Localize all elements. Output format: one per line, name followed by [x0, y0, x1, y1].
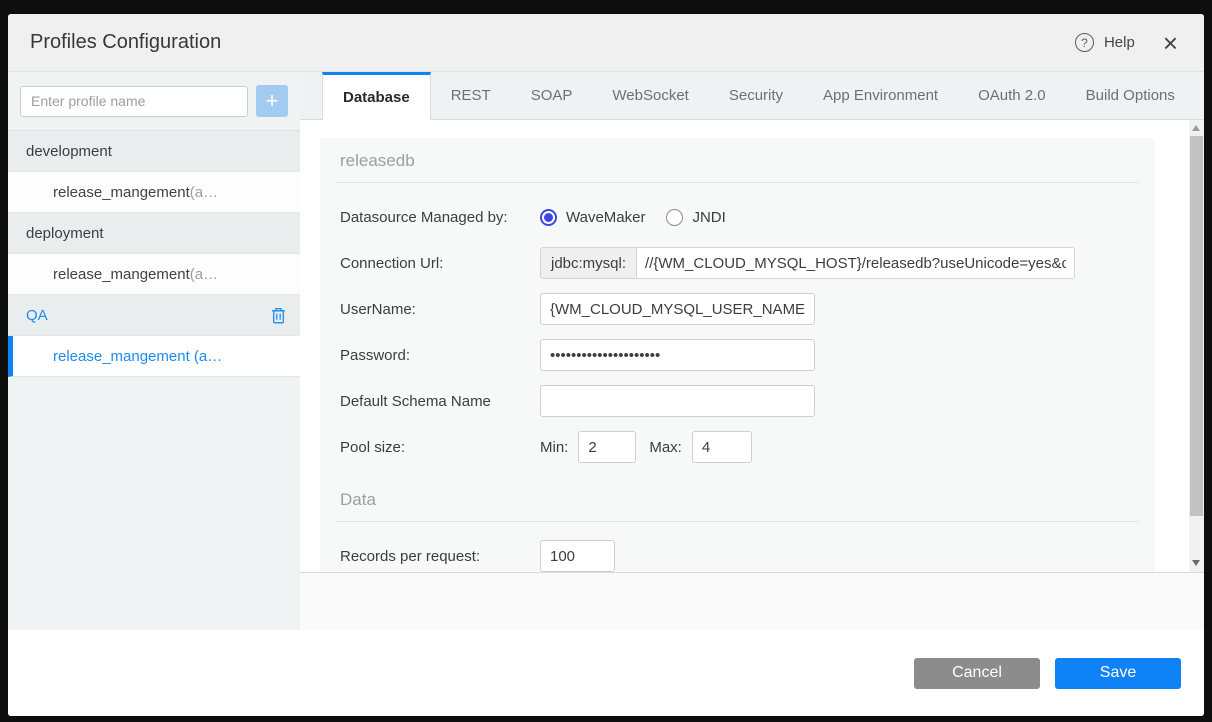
scroll-up-icon[interactable] — [1192, 125, 1200, 131]
pool-min-label: Min: — [540, 438, 569, 456]
cancel-button[interactable]: Cancel — [914, 657, 1040, 689]
content-bottom-strip — [300, 573, 1204, 630]
tab-build-options[interactable]: Build Options — [1066, 72, 1195, 119]
item-suffix: (a… — [189, 265, 219, 283]
tab-soap[interactable]: SOAP — [511, 72, 593, 119]
connection-url-input[interactable] — [637, 248, 1074, 278]
records-per-request-row: Records per request: — [336, 540, 1139, 572]
help-link[interactable]: Help — [1104, 34, 1135, 51]
radio-jndi[interactable] — [666, 208, 684, 226]
profiles-configuration-dialog: Profiles Configuration ? Help × + develo… — [8, 14, 1204, 716]
password-row: Password: — [336, 339, 1139, 371]
connection-url-group: jdbc:mysql: — [540, 247, 1075, 279]
username-row: UserName: — [336, 293, 1139, 325]
jdbc-prefix: jdbc:mysql: — [541, 248, 638, 278]
pool-min-input[interactable] — [578, 431, 637, 463]
sidebar-item-release-mangement-qa-selected[interactable]: release_mangement (a… — [8, 336, 300, 377]
save-button[interactable]: Save — [1055, 657, 1181, 689]
sidebar-item-release-mangement-deploy[interactable]: release_mangement (a… — [8, 254, 300, 295]
profile-name-input[interactable] — [20, 85, 248, 117]
radio-jndi-label[interactable]: JNDI — [692, 209, 725, 226]
tab-rest[interactable]: REST — [431, 72, 511, 119]
dialog-footer: Cancel Save — [8, 630, 1204, 716]
connection-url-row: Connection Url: jdbc:mysql: — [336, 247, 1139, 279]
sidebar-group-deployment[interactable]: deployment — [8, 213, 300, 254]
group-label: QA — [26, 306, 48, 324]
username-input[interactable] — [540, 293, 815, 325]
group-label: development — [26, 142, 112, 160]
username-label: UserName: — [340, 300, 416, 318]
scroll-down-icon[interactable] — [1192, 560, 1200, 566]
tab-database[interactable]: Database — [322, 72, 431, 120]
trash-icon — [272, 307, 285, 323]
profile-content: Database REST SOAP WebSocket Security Ap… — [300, 72, 1204, 630]
tab-security[interactable]: Security — [709, 72, 803, 119]
delete-profile-button[interactable] — [271, 307, 286, 324]
schema-label: Default Schema Name — [340, 392, 491, 410]
records-per-request-label: Records per request: — [340, 547, 481, 565]
section-title-data: Data — [336, 477, 1139, 522]
dialog-header: Profiles Configuration ? Help × — [8, 14, 1204, 72]
sidebar-item-release-mangement-dev[interactable]: release_mangement (a… — [8, 172, 300, 213]
datasource-row: Datasource Managed by: WaveMaker JNDI — [336, 201, 1139, 233]
schema-input[interactable] — [540, 385, 815, 417]
database-config-panel: releasedb Datasource Managed by: WaveMak… — [320, 138, 1155, 572]
schema-row: Default Schema Name — [336, 385, 1139, 417]
database-tab-scrollarea: releasedb Datasource Managed by: WaveMak… — [300, 120, 1204, 573]
profiles-sidebar: + development release_mangement (a… depl… — [8, 72, 300, 630]
sidebar-group-qa[interactable]: QA — [8, 295, 300, 336]
item-suffix: (a… — [189, 183, 219, 201]
item-label: release_mangement (a… — [53, 347, 223, 365]
item-label: release_mangement — [53, 265, 190, 283]
profile-create-row: + — [8, 72, 300, 131]
radio-wavemaker[interactable] — [540, 208, 557, 226]
pool-size-row: Pool size: Min: Max: — [336, 431, 1139, 463]
sidebar-group-development[interactable]: development — [8, 131, 300, 172]
radio-wavemaker-label[interactable]: WaveMaker — [566, 209, 645, 226]
connection-url-label: Connection Url: — [340, 254, 444, 272]
vertical-scrollbar[interactable] — [1189, 120, 1204, 572]
tab-oauth[interactable]: OAuth 2.0 — [958, 72, 1066, 119]
tab-app-environment[interactable]: App Environment — [803, 72, 958, 119]
item-label: release_mangement — [53, 183, 190, 201]
tab-websocket[interactable]: WebSocket — [592, 72, 708, 119]
group-label: deployment — [26, 224, 104, 242]
page-title: Profiles Configuration — [30, 31, 222, 53]
section-title-releasedb: releasedb — [336, 138, 1139, 183]
password-input[interactable] — [540, 339, 815, 371]
records-per-request-input[interactable] — [540, 540, 615, 572]
pool-max-label: Max: — [649, 438, 682, 456]
pool-max-input[interactable] — [691, 431, 752, 463]
password-label: Password: — [340, 346, 411, 364]
pool-size-label: Pool size: — [340, 438, 406, 456]
help-icon[interactable]: ? — [1074, 33, 1094, 52]
close-icon[interactable]: × — [1163, 30, 1178, 56]
add-profile-button[interactable]: + — [256, 85, 288, 117]
config-tabbar: Database REST SOAP WebSocket Security Ap… — [300, 72, 1204, 120]
scrollbar-thumb[interactable] — [1190, 136, 1203, 516]
datasource-label: Datasource Managed by: — [340, 208, 508, 226]
